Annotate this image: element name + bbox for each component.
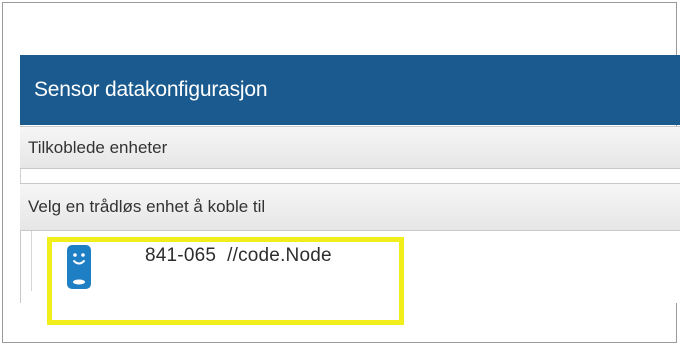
connected-devices-label: Tilkoblede enheter [28,138,168,157]
connected-devices-section[interactable]: Tilkoblede enheter [20,126,680,169]
device-name: //code.Node [227,245,332,266]
select-device-section[interactable]: Velg en trådløs enhet å koble til [20,183,680,231]
sensor-config-panel: Sensor datakonfigurasjon Tilkoblede enhe… [20,55,680,325]
section-spacer [20,169,680,183]
device-list-item[interactable]: 841-065 //code.Node [31,231,631,291]
panel-title: Sensor datakonfigurasjon [34,78,268,101]
panel-header: Sensor datakonfigurasjon [20,55,680,125]
device-list: 841-065 //code.Node [20,231,680,303]
device-label: 841-065 //code.Node [145,245,332,267]
select-device-label: Velg en trådløs enhet å koble til [28,197,266,216]
sensor-device-icon [66,244,92,290]
device-id: 841-065 [145,245,217,266]
